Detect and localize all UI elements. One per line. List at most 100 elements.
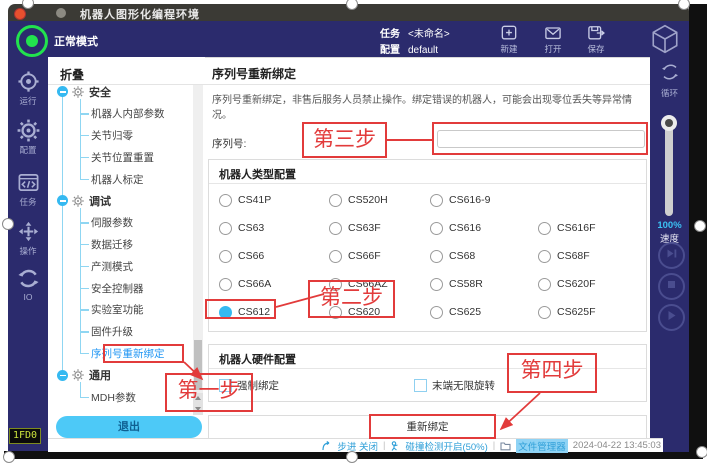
tree-item[interactable]: 数据迁移 (48, 234, 193, 256)
save-button[interactable]: 保存 (575, 22, 617, 56)
radio-CS616[interactable]: CS616 (430, 222, 538, 235)
tree-group[interactable]: 安全 (48, 81, 193, 103)
settings-tree: 安全机器人内部参数关节归零关节位置重置机器人标定调试伺服参数数据迁移产测模式安全… (48, 81, 193, 417)
annotation-box-tree-item (103, 344, 184, 363)
collapse-toggle-icon[interactable] (57, 370, 68, 381)
radio-CS41P[interactable]: CS41P (219, 194, 329, 207)
selection-handle[interactable] (346, 451, 358, 463)
radio-label: CS63 (238, 222, 264, 234)
tree-item-label: MDH参数 (91, 390, 136, 405)
tree-connector (80, 179, 89, 180)
radio-label: CS625 (449, 306, 481, 318)
tree-item[interactable]: 机器人内部参数 (48, 103, 193, 125)
radio-CS63F[interactable]: CS63F (329, 222, 430, 235)
tree-item[interactable]: 关节归零 (48, 125, 193, 147)
serial-label: 序列号: (212, 136, 246, 151)
radio-CS520H[interactable]: CS520H (329, 194, 430, 207)
window-close-icon[interactable] (14, 8, 26, 20)
right-control-rail: 循环 100% 速度 (650, 57, 689, 452)
tree-item[interactable]: 机器人标定 (48, 168, 193, 190)
radio-label: CS66A (238, 278, 271, 290)
exit-button[interactable]: 退出 (56, 416, 202, 438)
radio-icon (430, 278, 443, 291)
selection-handle[interactable] (3, 451, 15, 463)
tree-item[interactable]: 固件升级 (48, 321, 193, 343)
sidebar-item-配置[interactable]: 配置 (8, 119, 48, 156)
gear-icon (8, 119, 48, 142)
open-file-icon (543, 23, 563, 43)
tree-connector (80, 135, 89, 136)
tree-connector (80, 288, 89, 289)
status-timestamp: 2024-04-22 13:45:03 (573, 440, 661, 451)
radio-CS625[interactable]: CS625 (430, 306, 538, 319)
tree-connector (80, 157, 89, 158)
collapse-toggle-icon[interactable] (57, 86, 68, 97)
page-description: 序列号重新绑定，非售后服务人员禁止操作。绑定错误的机器人，可能会出现零位丢失等异… (212, 91, 644, 121)
radio-CS625F[interactable]: CS625F (538, 306, 646, 319)
tree-item[interactable]: 伺服参数 (48, 212, 193, 234)
file-manager-item[interactable]: 文件管理器 (516, 439, 568, 453)
tree-connector (80, 309, 89, 310)
rail-item-label: 任务 (8, 196, 48, 208)
radio-CS68[interactable]: CS68 (430, 250, 538, 263)
hardware-title: 机器人硬件配置 (219, 351, 296, 367)
sidebar-item-运行[interactable]: 运行 (8, 70, 48, 107)
task-label: 任务 (380, 29, 400, 40)
selection-handle[interactable] (694, 220, 706, 232)
new-file-icon (499, 23, 519, 43)
terminal-corner: 1FD0 (8, 425, 48, 451)
sidebar-item-任务[interactable]: 任务 (8, 171, 48, 208)
left-nav-rail: 运行配置任务操作 IO (8, 57, 48, 451)
collapse-toggle-icon[interactable] (57, 195, 68, 206)
checkbox-icon (414, 379, 427, 392)
tree-item[interactable]: 产测模式 (48, 255, 193, 277)
rail-item-label: 运行 (8, 95, 48, 107)
radio-CS616F[interactable]: CS616F (538, 222, 646, 235)
step-status[interactable]: 步进 关闭 (337, 439, 378, 453)
move-icon (8, 220, 48, 243)
radio-CS620F[interactable]: CS620F (538, 278, 646, 291)
config-row: 配置default (380, 41, 438, 56)
radio-CS63[interactable]: CS63 (219, 222, 329, 235)
loop-control[interactable]: 循环 (650, 61, 689, 101)
stop-button[interactable] (658, 273, 685, 300)
task-row: 任务<未命名> (380, 25, 450, 40)
window-title: 机器人图形化编程环境 (80, 6, 200, 22)
annotation-step2: 第二步 (308, 280, 395, 318)
tree-group-label: 安全 (89, 84, 111, 100)
radio-CS58R[interactable]: CS58R (430, 278, 538, 291)
tree-group[interactable]: 调试 (48, 190, 193, 212)
play-button[interactable] (658, 304, 685, 331)
sidebar-item-操作[interactable]: 操作 (8, 220, 48, 257)
selection-handle[interactable] (696, 446, 707, 458)
io-icon (8, 267, 48, 290)
radio-CS68F[interactable]: CS68F (538, 250, 646, 263)
window-minimize-icon[interactable] (56, 8, 66, 18)
step-forward-button[interactable] (658, 242, 685, 269)
tree-connector (80, 331, 89, 332)
radio-label: CS625F (557, 306, 596, 318)
speed-slider[interactable] (665, 120, 673, 216)
radio-label: CS616-9 (449, 194, 490, 206)
tree-scrollbar[interactable] (193, 85, 203, 415)
selection-handle[interactable] (2, 218, 14, 230)
tree-item[interactable]: 实验室功能 (48, 299, 193, 321)
checkbox-末端无限旋转[interactable]: 末端无限旋转 (414, 378, 495, 393)
sidebar-item-IO[interactable]: IO (8, 267, 48, 302)
robot-type-row: CS63 CS63FCS616CS616F (209, 214, 646, 242)
speed-slider-knob[interactable] (661, 115, 677, 131)
tree-connector (80, 353, 89, 354)
terminal-prompt: 1FD0 (9, 428, 41, 444)
new-button[interactable]: 新建 (488, 22, 530, 56)
tree-connector (80, 397, 89, 398)
collision-status[interactable]: 碰撞检测开启(50%) (405, 439, 487, 453)
tree-item[interactable]: 关节位置重置 (48, 146, 193, 168)
radio-CS66[interactable]: CS66 (219, 250, 329, 263)
radio-icon (329, 194, 342, 207)
open-button[interactable]: 打开 (532, 22, 574, 56)
radio-label: CS58R (449, 278, 483, 290)
radio-CS66F[interactable]: CS66F (329, 250, 430, 263)
tree-item[interactable]: 安全控制器 (48, 277, 193, 299)
radio-CS616-9[interactable]: CS616-9 (430, 194, 538, 207)
tree-group-label: 通用 (89, 367, 111, 383)
